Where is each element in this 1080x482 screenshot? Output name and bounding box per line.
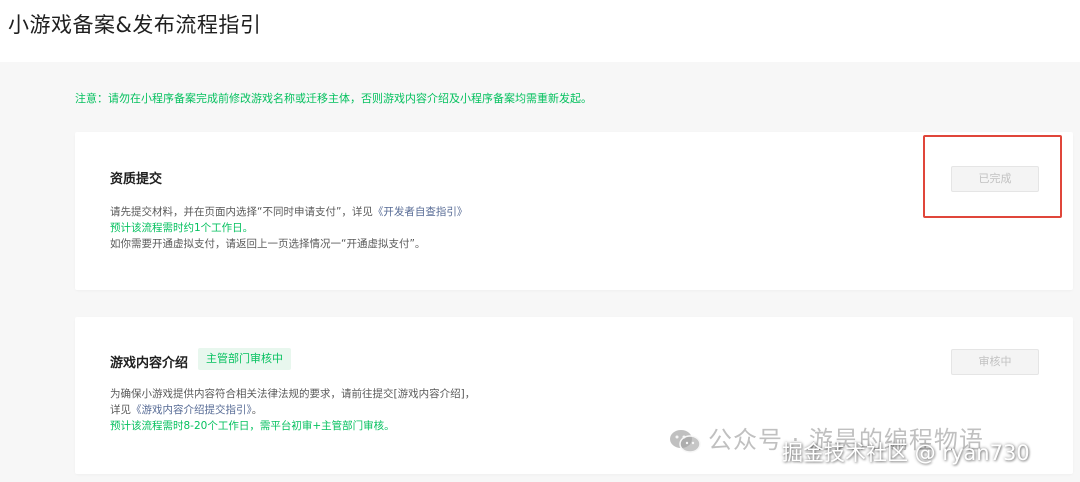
desc-suffix: 。: [251, 404, 263, 416]
step-title: 资质提交: [110, 172, 163, 187]
desc-prefix: 详见: [110, 404, 131, 416]
under-review-button[interactable]: 审核中: [951, 349, 1039, 375]
virtual-payment-note: 如你需要开通虚拟支付，请返回上一页选择情况一“开通虚拟支付”。: [110, 238, 426, 250]
desc-text: 请先提交材料，并在页面内选择“不同时申请支付”，详见: [110, 206, 373, 218]
estimated-time: 预计该流程需时8-20个工作日，需平台初审+主管部门审核。: [110, 420, 395, 432]
desc-text: 为确保小游戏提供内容符合相关法律法规的要求，请前往提交[游戏内容介绍]，: [110, 388, 476, 400]
developer-guide-link[interactable]: 《开发者自查指引》: [373, 206, 468, 218]
page-header: 小游戏备案&发布流程指引: [0, 0, 1080, 62]
step-title: 游戏内容介绍: [110, 356, 189, 371]
highlight-annotation: [923, 135, 1062, 218]
notice-text: 注意：请勿在小程序备案完成前修改游戏名称或迁移主体，否则游戏内容介绍及小程序备案…: [75, 92, 592, 105]
step-description: 请先提交材料，并在页面内选择“不同时申请支付”，详见《开发者自查指引》 预计该流…: [110, 204, 467, 252]
juejin-watermark: 掘金技术社区 @ ryan730: [782, 441, 1030, 465]
status-badge: 主管部门审核中: [198, 348, 291, 370]
content-guide-link[interactable]: 《游戏内容介绍提交指引》: [131, 404, 252, 416]
page-title: 小游戏备案&发布流程指引: [8, 13, 262, 37]
estimated-time: 预计该流程需时约1个工作日。: [110, 222, 254, 234]
wechat-icon: [670, 430, 701, 453]
step-description: 为确保小游戏提供内容符合相关法律法规的要求，请前往提交[游戏内容介绍]， 详见《…: [110, 386, 475, 434]
